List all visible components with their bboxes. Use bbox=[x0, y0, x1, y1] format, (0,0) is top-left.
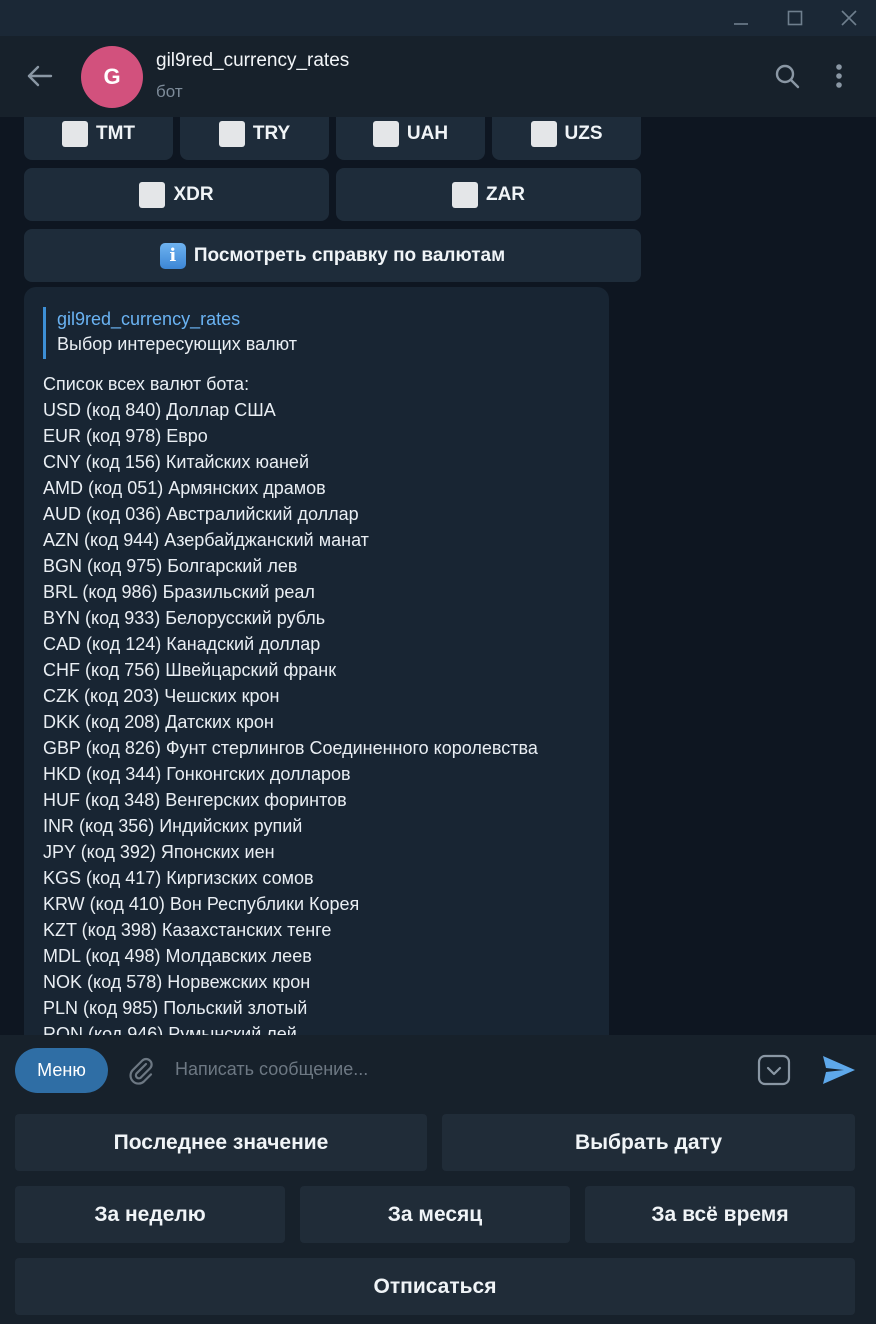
currency-help-button[interactable]: i Посмотреть справку по валютам bbox=[24, 229, 641, 282]
reply-text: Выбор интересующих валют bbox=[57, 334, 297, 354]
currency-list-line: RON (код 946) Румынский лей bbox=[43, 1024, 297, 1035]
currency-button-xdr[interactable]: XDR bbox=[24, 168, 329, 221]
message-heading-line: Список всех валют бота: bbox=[43, 374, 250, 394]
currency-list-line: CAD (код 124) Канадский доллар bbox=[43, 634, 321, 654]
attach-paperclip-icon[interactable] bbox=[124, 1053, 158, 1087]
currency-list-line: INR (код 356) Индийских рупий bbox=[43, 816, 303, 836]
currency-list-line: AUD (код 036) Австралийский доллар bbox=[43, 504, 359, 524]
currency-list-line: AMD (код 051) Армянских драмов bbox=[43, 478, 326, 498]
currency-list-line: KRW (код 410) Вон Республики Корея bbox=[43, 894, 360, 914]
currency-button-try[interactable]: TRY bbox=[180, 117, 329, 160]
currency-button-zar[interactable]: ZAR bbox=[336, 168, 641, 221]
menu-button[interactable]: Меню bbox=[15, 1048, 108, 1093]
currency-list-line: NOK (код 578) Норвежских крон bbox=[43, 972, 311, 992]
more-vertical-icon[interactable] bbox=[821, 58, 857, 94]
maximize-icon[interactable] bbox=[781, 4, 809, 32]
message-bubble[interactable]: gil9red_currency_rates Выбор интересующи… bbox=[24, 287, 609, 1035]
currency-list-line: JPY (код 392) Японских иен bbox=[43, 842, 275, 862]
currency-list-line: EUR (код 978) Евро bbox=[43, 426, 208, 446]
currency-list-line: CNY (код 156) Китайских юаней bbox=[43, 452, 309, 472]
currency-list-line: DKK (код 208) Датских крон bbox=[43, 712, 274, 732]
last-value-button[interactable]: Последнее значение bbox=[15, 1114, 427, 1171]
chat-subtitle: бот bbox=[156, 82, 183, 101]
chat-header: G gil9red_currency_rates бот bbox=[0, 36, 876, 117]
close-icon[interactable] bbox=[835, 4, 863, 32]
currency-list-line: PLN (код 985) Польский злотый bbox=[43, 998, 308, 1018]
currency-button-uah[interactable]: UAH bbox=[336, 117, 485, 160]
currency-button-tmt[interactable]: TMT bbox=[24, 117, 173, 160]
checkbox-empty-icon bbox=[451, 181, 478, 208]
window-titlebar bbox=[0, 0, 876, 36]
currency-list-line: USD (код 840) Доллар США bbox=[43, 400, 276, 420]
currency-list-line: AZN (код 944) Азербайджанский манат bbox=[43, 530, 369, 550]
checkbox-empty-icon bbox=[530, 120, 557, 147]
week-button[interactable]: За неделю bbox=[15, 1186, 285, 1243]
currency-list-line: MDL (код 498) Молдавских леев bbox=[43, 946, 312, 966]
all-time-button[interactable]: За всё время bbox=[585, 1186, 855, 1243]
currency-list-line: BRL (код 986) Бразильский реал bbox=[43, 582, 315, 602]
checkbox-empty-icon bbox=[218, 120, 245, 147]
message-input[interactable] bbox=[175, 1049, 735, 1089]
composer: Меню bbox=[0, 1035, 876, 1104]
reply-quote[interactable]: gil9red_currency_rates Выбор интересующи… bbox=[43, 307, 297, 359]
avatar[interactable]: G bbox=[81, 46, 143, 108]
checkbox-empty-icon bbox=[372, 120, 399, 147]
month-button[interactable]: За месяц bbox=[300, 1186, 570, 1243]
currency-list-line: GBP (код 826) Фунт стерлингов Соединенно… bbox=[43, 738, 538, 758]
chat-title[interactable]: gil9red_currency_rates bbox=[156, 50, 349, 72]
currency-list-line: BYN (код 933) Белорусский рубль bbox=[43, 608, 326, 628]
unsubscribe-button[interactable]: Отписаться bbox=[15, 1258, 855, 1315]
currency-list-line: KZT (код 398) Казахстанских тенге bbox=[43, 920, 332, 940]
message-text: Список всех валют бота: USD (код 840) Дол… bbox=[43, 371, 538, 1035]
checkbox-empty-icon bbox=[139, 181, 166, 208]
currency-button-uzs[interactable]: UZS bbox=[492, 117, 641, 160]
choose-date-button[interactable]: Выбрать дату bbox=[442, 1114, 855, 1171]
currency-list-line: CHF (код 756) Швейцарский франк bbox=[43, 660, 337, 680]
currency-list-line: BGN (код 975) Болгарский лев bbox=[43, 556, 298, 576]
reply-keyboard: Последнее значение Выбрать дату За недел… bbox=[0, 1104, 876, 1324]
minimize-icon[interactable] bbox=[727, 4, 755, 32]
message-list[interactable]: TMT TRY UAH UZS XDR ZAR i Посмотреть спра… bbox=[0, 117, 876, 1035]
info-icon: i bbox=[159, 242, 186, 269]
checkbox-empty-icon bbox=[61, 120, 88, 147]
reply-author: gil9red_currency_rates bbox=[57, 309, 241, 329]
send-icon[interactable] bbox=[819, 1052, 859, 1088]
bot-keyboard-toggle-icon[interactable] bbox=[756, 1052, 792, 1088]
currency-list-line: KGS (код 417) Киргизских сомов bbox=[43, 868, 314, 888]
currency-list-line: HKD (код 344) Гонконгских долларов bbox=[43, 764, 351, 784]
back-arrow-icon[interactable] bbox=[22, 58, 58, 94]
currency-list-line: CZK (код 203) Чешских крон bbox=[43, 686, 280, 706]
search-icon[interactable] bbox=[769, 58, 805, 94]
currency-list-line: HUF (код 348) Венгерских форинтов bbox=[43, 790, 347, 810]
